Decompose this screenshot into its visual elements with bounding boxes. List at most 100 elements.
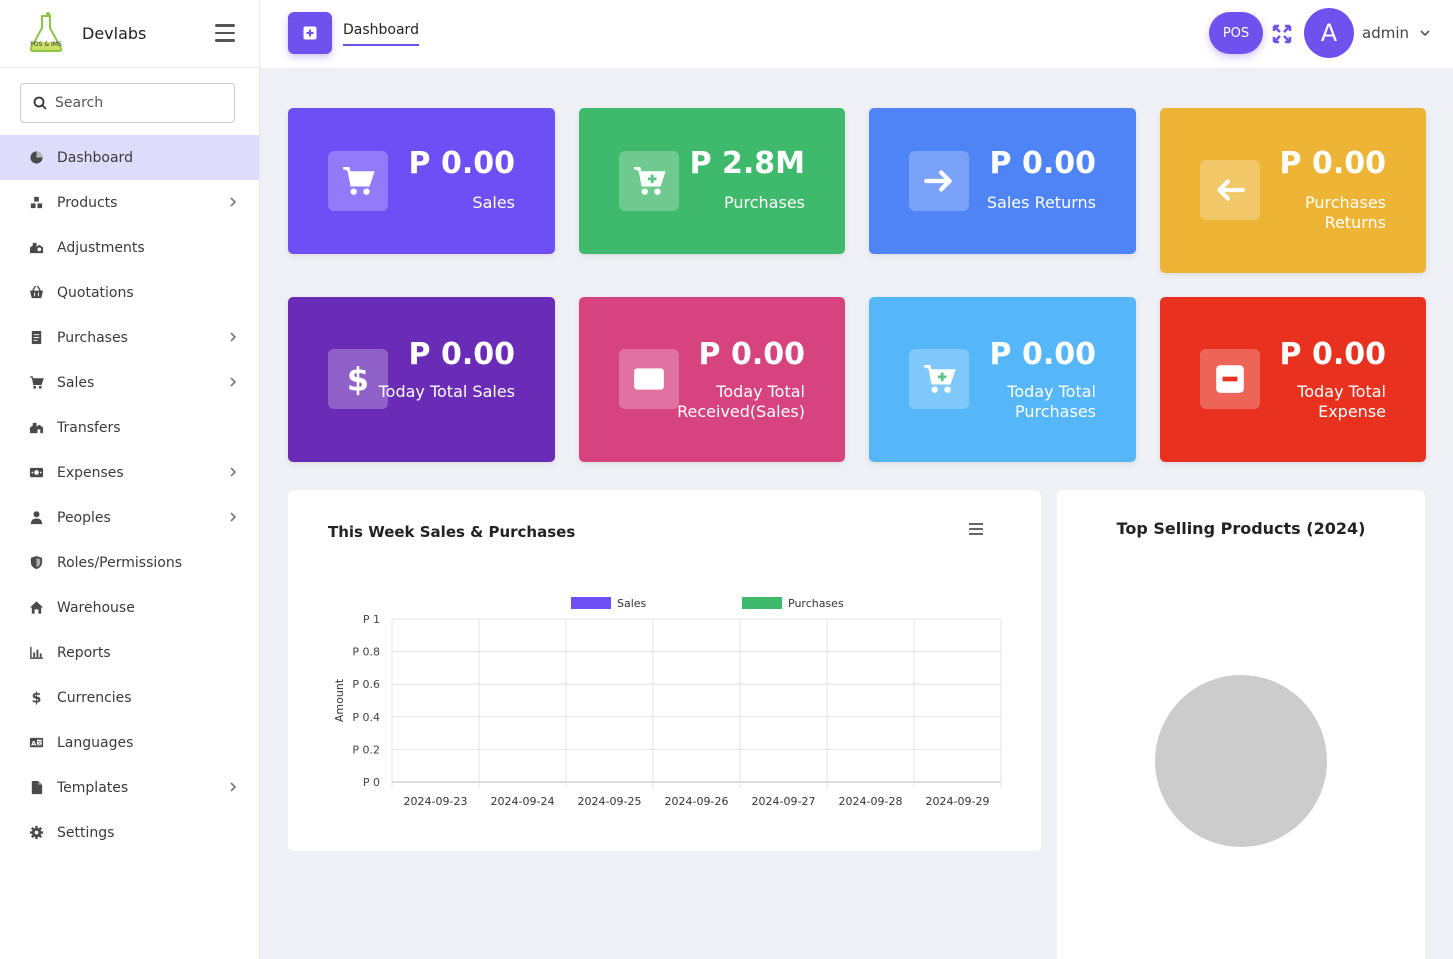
sidebar-item-label: Products	[57, 194, 118, 211]
y-tick-label: P 1	[363, 613, 380, 626]
chevron-right-icon	[230, 377, 237, 387]
top-selling-pie-chart	[1155, 675, 1327, 847]
sidebar-item-templates[interactable]: Templates	[0, 765, 259, 810]
sidebar-item-adjustments[interactable]: Adjustments	[0, 225, 259, 270]
y-tick-label: P 0.8	[352, 646, 380, 659]
stat-card-today-total-purchases[interactable]: P 0.00 Today Total Purchases	[869, 297, 1136, 462]
sidebar-item-purchases[interactable]: Purchases	[0, 315, 259, 360]
fullscreen-icon[interactable]	[1272, 24, 1292, 44]
stat-card-sales[interactable]: P 0.00 Sales	[288, 108, 555, 254]
weekly-bar-chart: P 0 P 0.2 P 0.4 P 0.6 P 0.8 P 1 2024-09-23 2024…	[333, 597, 1002, 808]
y-tick-label: P 0	[363, 776, 380, 789]
stat-card-purchases-returns[interactable]: P 0.00 Purchases Returns	[1160, 108, 1426, 273]
sidebar-item-peoples[interactable]: Peoples	[0, 495, 259, 540]
sidebar-item-reports[interactable]: Reports	[0, 630, 259, 675]
y-tick-label: P 0.6	[352, 678, 380, 691]
stat-value: P 2.8M	[689, 146, 805, 181]
stat-value: P 0.00	[1279, 337, 1386, 372]
stat-label: Today Total Received(Sales)	[677, 382, 805, 421]
avatar[interactable]: A	[1304, 8, 1354, 58]
legend-label-sales: Sales	[617, 597, 647, 610]
sidebar-item-label: Peoples	[57, 509, 111, 526]
stat-card-sales-returns[interactable]: P 0.00 Sales Returns	[869, 108, 1136, 254]
svg-text:$: $	[347, 362, 369, 396]
stat-value: P 0.00	[408, 146, 515, 181]
y-tick-label: P 0.2	[352, 743, 380, 756]
new-tab-button[interactable]	[288, 12, 332, 54]
sidebar-item-products[interactable]: Products	[0, 180, 259, 225]
stat-card-today-total-received-sales[interactable]: P 0.00 Today Total Received(Sales)	[579, 297, 845, 462]
sidebar-item-label: Purchases	[57, 329, 128, 346]
stat-card-purchases[interactable]: P 2.8M Purchases	[579, 108, 845, 254]
dollar-icon: $	[28, 690, 44, 706]
chevron-right-icon	[230, 512, 237, 522]
sidebar-item-label: Adjustments	[57, 239, 145, 256]
sidebar-item-label: Transfers	[57, 419, 121, 436]
sidebar: POS & IMS Devlabs Dashboard Products Adjus…	[0, 0, 260, 959]
sidebar-item-label: Settings	[57, 824, 115, 841]
sidebar-item-currencies[interactable]: $ Currencies	[0, 675, 259, 720]
person-icon	[28, 510, 44, 526]
stat-card-today-total-expense[interactable]: P 0.00 Today Total Expense	[1160, 297, 1426, 462]
sidebar-item-sales[interactable]: Sales	[0, 360, 259, 405]
chevron-right-icon	[230, 782, 237, 792]
stat-value: P 0.00	[1279, 146, 1386, 181]
search-icon	[33, 96, 47, 110]
pie-empty-slice	[1155, 675, 1327, 847]
sidebar-item-transfers[interactable]: Transfers	[0, 405, 259, 450]
logo-text: POS & IMS	[30, 41, 62, 48]
sidebar-toggle-button[interactable]	[215, 24, 235, 42]
y-tick-label: P 0.4	[352, 711, 380, 724]
legend-label-purchases: Purchases	[788, 597, 844, 610]
receipt-icon	[28, 330, 44, 346]
stat-value: P 0.00	[408, 337, 515, 372]
sidebar-item-expenses[interactable]: Expenses	[0, 450, 259, 495]
search-box	[20, 83, 235, 123]
legend-swatch-sales	[571, 597, 611, 609]
tab-dashboard[interactable]: Dashboard	[343, 22, 419, 46]
x-tick-label: 2024-09-23	[404, 795, 468, 808]
sidebar-item-label: Quotations	[57, 284, 134, 301]
plus-square-icon	[303, 26, 317, 40]
stat-value: P 0.00	[698, 337, 805, 372]
logo-flask-icon: POS & IMS	[29, 11, 63, 52]
stat-label: Today Total Sales	[378, 382, 515, 401]
x-tick-label: 2024-09-29	[926, 795, 990, 808]
gear-icon	[28, 825, 44, 841]
stat-label: Today Total Purchases	[1007, 382, 1096, 421]
sidebar-item-warehouse[interactable]: Warehouse	[0, 585, 259, 630]
sidebar-item-roles-permissions[interactable]: Roles/Permissions	[0, 540, 259, 585]
sidebar-item-quotations[interactable]: Quotations	[0, 270, 259, 315]
shield-icon	[28, 555, 44, 571]
basket-icon	[28, 285, 44, 301]
sidebar-item-settings[interactable]: Settings	[0, 810, 259, 855]
svg-text:$: $	[31, 691, 41, 705]
top-selling-panel: Top Selling Products (2024)	[1057, 490, 1425, 959]
search-input[interactable]	[55, 95, 225, 111]
stat-label: Purchases	[724, 193, 805, 212]
chevron-down-icon[interactable]	[1418, 26, 1432, 40]
bar-chart-icon	[28, 645, 44, 661]
pos-button[interactable]: POS	[1209, 12, 1263, 54]
stat-label: Sales Returns	[986, 193, 1096, 212]
sidebar-item-label: Languages	[57, 734, 134, 751]
sidebar-menu: Dashboard Products Adjustments Quotations Pu…	[0, 135, 259, 855]
x-tick-label: 2024-09-28	[839, 795, 903, 808]
x-tick-label: 2024-09-24	[491, 795, 555, 808]
stat-label: Sales	[472, 193, 515, 212]
chevron-right-icon	[230, 332, 237, 342]
weekly-chart-panel: This Week Sales & Purchases P 0P 0.2 P 0.…	[288, 490, 1041, 851]
transfers-icon	[28, 420, 44, 436]
brand-name: Devlabs	[82, 24, 147, 43]
sidebar-item-label: Templates	[57, 779, 129, 796]
language-icon: A文	[28, 735, 44, 751]
y-axis-label: Amount	[333, 678, 346, 722]
sidebar-item-label: Sales	[57, 374, 95, 391]
home-icon	[28, 600, 44, 616]
stat-label: Today Total Expense	[1297, 382, 1386, 421]
x-tick-label: 2024-09-25	[578, 795, 642, 808]
sidebar-item-dashboard[interactable]: Dashboard	[0, 135, 259, 180]
user-name[interactable]: admin	[1362, 24, 1409, 42]
stat-card-today-total-sales[interactable]: $ P 0.00 Today Total Sales	[288, 297, 555, 462]
sidebar-item-languages[interactable]: A 文 Languages	[0, 720, 259, 765]
